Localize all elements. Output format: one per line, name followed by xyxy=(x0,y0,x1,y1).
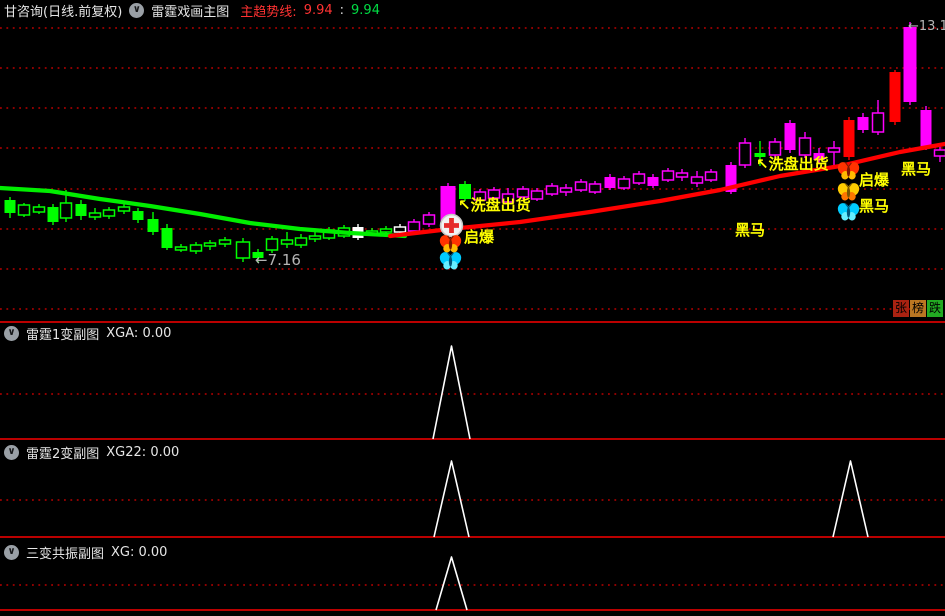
ignite-annotation-1: 启爆 xyxy=(464,228,495,246)
butterfly-icon-cyan-1 xyxy=(439,251,462,270)
trading-app-window: 甘咨询(日线.前复权) ∨ 雷霆戏画主图 主趋势线: 9.94 : 9.94 ←… xyxy=(0,0,945,616)
panel2-signal-value: XG22: 0.00 xyxy=(106,445,180,460)
trend-line-label: 主趋势线: xyxy=(240,5,297,20)
panel1-title[interactable]: 雷霆1变副图 xyxy=(26,324,99,343)
washout-annotation-2: ↖洗盘出货 xyxy=(756,155,829,173)
butterfly-icon-red-2 xyxy=(837,161,860,180)
trend-value-green: 9.94 xyxy=(351,3,380,18)
dark-horse-annotation-3: 黑马 xyxy=(901,160,932,178)
butterfly-icon-cyan-2 xyxy=(837,202,860,221)
dark-horse-annotation-1: 黑马 xyxy=(735,221,766,239)
red-trend-line xyxy=(387,141,945,239)
ignite-annotation-2: 启爆 xyxy=(859,171,890,189)
dark-horse-annotation-2: 黑马 xyxy=(859,197,890,215)
panel3-dropdown-icon[interactable]: ∨ xyxy=(4,545,19,560)
panel2-dropdown-icon[interactable]: ∨ xyxy=(4,445,19,460)
chart-canvas xyxy=(0,22,945,611)
trend-value-separator: : xyxy=(339,3,345,18)
panel-header-1: ∨ 雷霆1变副图 XGA: 0.00 xyxy=(4,324,171,343)
gridlines xyxy=(0,27,945,586)
main-indicator-name[interactable]: 雷霆戏画主图 xyxy=(151,1,229,20)
panel2-title[interactable]: 雷霆2变副图 xyxy=(26,443,99,462)
panel-header-3: ∨ 三变共振副图 XG: 0.00 xyxy=(4,543,167,562)
panel-header-2: ∨ 雷霆2变副图 XG22: 0.00 xyxy=(4,443,179,462)
symbol-period-label: 甘咨询(日线.前复权) xyxy=(4,5,123,20)
baselines xyxy=(0,321,945,611)
washout-annotation-1: ↖洗盘出货 xyxy=(458,196,531,214)
high-price-annotation: ←13.1 xyxy=(908,19,945,34)
butterfly-icon-yellow xyxy=(837,182,860,201)
signal-spikes xyxy=(432,345,869,611)
panel1-signal-value: XGA: 0.00 xyxy=(106,326,172,341)
panel3-title[interactable]: 三变共振副图 xyxy=(26,543,104,562)
panel1-dropdown-icon[interactable]: ∨ xyxy=(4,326,19,341)
titlebar: 甘咨询(日线.前复权) ∨ 雷霆戏画主图 主趋势线: 9.94 : 9.94 xyxy=(4,1,380,20)
trend-value-red: 9.94 xyxy=(303,3,333,18)
badge-rise[interactable]: 张 xyxy=(893,300,909,317)
low-price-annotation: ←7.16 xyxy=(255,251,301,269)
badge-board[interactable]: 榜 xyxy=(910,300,926,317)
panel3-signal-value: XG: 0.00 xyxy=(111,545,168,560)
badge-fall[interactable]: 跌 xyxy=(927,300,943,317)
indicator-dropdown-icon[interactable]: ∨ xyxy=(129,3,145,18)
